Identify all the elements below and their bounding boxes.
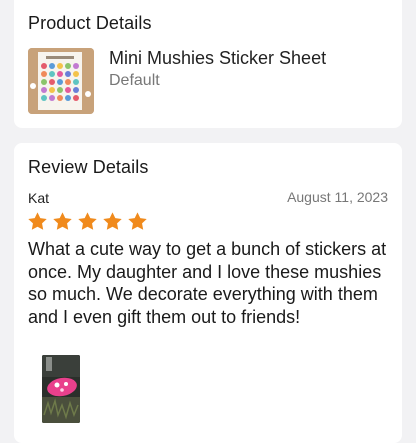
star-icon (103, 212, 122, 230)
star-icon (128, 212, 147, 230)
reviewer-name: Kat (28, 190, 50, 206)
product-name[interactable]: Mini Mushies Sticker Sheet (109, 48, 326, 69)
review-text: What a cute way to get a bunch of sticke… (28, 239, 387, 327)
product-details-card: Product Details Mini Mushies Sticker She… (14, 0, 402, 128)
sticker-sheet-image (28, 48, 94, 114)
review-date: August 11, 2023 (287, 189, 388, 205)
review-photo-image (42, 355, 80, 423)
star-icon (78, 212, 97, 230)
star-icon (53, 212, 72, 230)
product-thumbnail[interactable] (28, 48, 94, 114)
product-variant: Default (109, 72, 160, 89)
review-details-title: Review Details (28, 157, 149, 177)
review-photo[interactable] (42, 355, 80, 423)
star-icon (28, 212, 47, 230)
review-details-card: Review Details Kat August 11, 2023 What … (14, 143, 402, 443)
star-rating (27, 211, 148, 233)
product-details-title: Product Details (28, 13, 152, 33)
